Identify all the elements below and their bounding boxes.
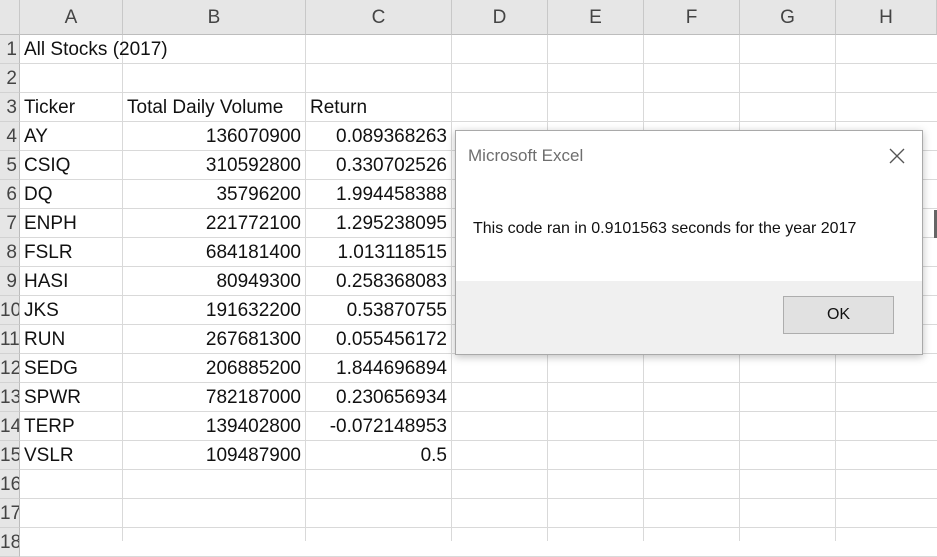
cell-A13[interactable]: SPWR [20, 383, 123, 412]
row-header-11[interactable]: 11 [0, 325, 20, 354]
row-header-2[interactable]: 2 [0, 64, 20, 93]
cell-C11[interactable]: 0.055456172 [306, 325, 452, 354]
cell-C14[interactable]: -0.072148953 [306, 412, 452, 441]
dialog-footer: OK [456, 281, 922, 354]
row-header-12[interactable]: 12 [0, 354, 20, 383]
gridline-horizontal [20, 498, 937, 499]
cell-A10[interactable]: JKS [20, 296, 123, 325]
row-header-1[interactable]: 1 [0, 35, 20, 64]
cell-C13[interactable]: 0.230656934 [306, 383, 452, 412]
cell-B8[interactable]: 684181400 [123, 238, 306, 267]
cell-A15[interactable]: VSLR [20, 441, 123, 470]
cell-B9[interactable]: 80949300 [123, 267, 306, 296]
row-header-3[interactable]: 3 [0, 93, 20, 122]
cell-A7[interactable]: ENPH [20, 209, 123, 238]
ok-button[interactable]: OK [783, 296, 894, 334]
cell-C6[interactable]: 1.994458388 [306, 180, 452, 209]
row-header-14[interactable]: 14 [0, 412, 20, 441]
row-header-16[interactable]: 16 [0, 470, 20, 499]
gridline-horizontal [20, 527, 937, 528]
cell-A6[interactable]: DQ [20, 180, 123, 209]
cell-C15[interactable]: 0.5 [306, 441, 452, 470]
row-header-5[interactable]: 5 [0, 151, 20, 180]
column-header-G[interactable]: G [740, 0, 836, 35]
cell-C12[interactable]: 1.844696894 [306, 354, 452, 383]
column-header-H[interactable]: H [836, 0, 937, 35]
cell-B4[interactable]: 136070900 [123, 122, 306, 151]
cell-B5[interactable]: 310592800 [123, 151, 306, 180]
row-header-7[interactable]: 7 [0, 209, 20, 238]
row-header-17[interactable]: 17 [0, 499, 20, 528]
row-header-15[interactable]: 15 [0, 441, 20, 470]
cell-A9[interactable]: HASI [20, 267, 123, 296]
row-header-10[interactable]: 10 [0, 296, 20, 325]
dialog-title: Microsoft Excel [468, 146, 584, 165]
row-header-4[interactable]: 4 [0, 122, 20, 151]
cell-C8[interactable]: 1.013118515 [306, 238, 452, 267]
cell-A3[interactable]: Ticker [20, 93, 123, 122]
cell-C3[interactable]: Return [306, 93, 452, 122]
cell-C4[interactable]: 0.089368263 [306, 122, 452, 151]
cell-A11[interactable]: RUN [20, 325, 123, 354]
cell-B6[interactable]: 35796200 [123, 180, 306, 209]
cell-A14[interactable]: TERP [20, 412, 123, 441]
message-dialog: Microsoft Excel This code ran in 0.91015… [455, 130, 923, 355]
cell-A12[interactable]: SEDG [20, 354, 123, 383]
cell-C10[interactable]: 0.53870755 [306, 296, 452, 325]
row-header-9[interactable]: 9 [0, 267, 20, 296]
cell-B7[interactable]: 221772100 [123, 209, 306, 238]
cell-B3[interactable]: Total Daily Volume [123, 93, 306, 122]
cell-B13[interactable]: 782187000 [123, 383, 306, 412]
column-header-F[interactable]: F [644, 0, 740, 35]
row-header-8[interactable]: 8 [0, 238, 20, 267]
cell-C9[interactable]: 0.258368083 [306, 267, 452, 296]
row-header-13[interactable]: 13 [0, 383, 20, 412]
column-header-C[interactable]: C [306, 0, 452, 35]
column-header-B[interactable]: B [123, 0, 306, 35]
column-header-A[interactable]: A [20, 0, 123, 35]
close-icon[interactable] [882, 141, 912, 171]
cell-B11[interactable]: 267681300 [123, 325, 306, 354]
select-all-corner[interactable] [0, 0, 20, 35]
cell-B15[interactable]: 109487900 [123, 441, 306, 470]
column-header-D[interactable]: D [452, 0, 548, 35]
cell-B12[interactable]: 206885200 [123, 354, 306, 383]
dialog-message: This code ran in 0.9101563 seconds for t… [473, 220, 857, 237]
cell-C7[interactable]: 1.295238095 [306, 209, 452, 238]
cell-B10[interactable]: 191632200 [123, 296, 306, 325]
column-header-E[interactable]: E [548, 0, 644, 35]
cell-A4[interactable]: AY [20, 122, 123, 151]
row-header-18[interactable]: 18 [0, 528, 20, 557]
cell-A8[interactable]: FSLR [20, 238, 123, 267]
cell-A5[interactable]: CSIQ [20, 151, 123, 180]
row-header-6[interactable]: 6 [0, 180, 20, 209]
cell-B14[interactable]: 139402800 [123, 412, 306, 441]
cell-C5[interactable]: 0.330702526 [306, 151, 452, 180]
cell-A1[interactable]: All Stocks (2017) [20, 35, 420, 64]
